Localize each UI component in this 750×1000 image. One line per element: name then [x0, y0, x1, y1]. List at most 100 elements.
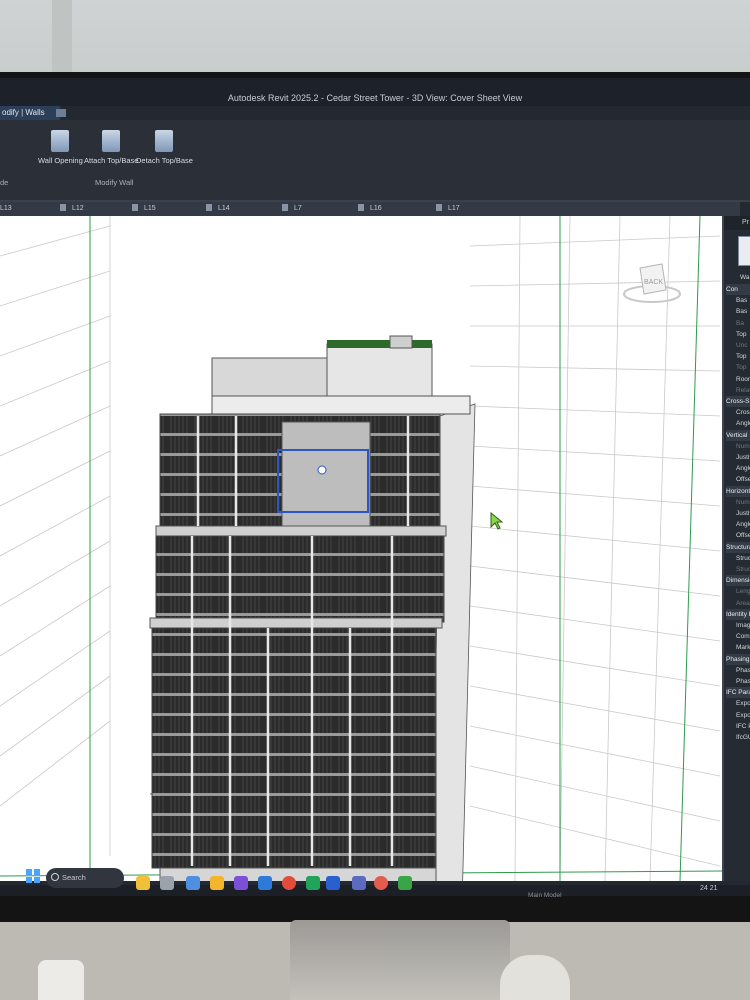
attach-top-base-icon — [102, 130, 121, 152]
bottle — [500, 955, 570, 1000]
tab-label: L13 — [0, 205, 12, 212]
property-row[interactable]: Export to IFC — [736, 698, 750, 709]
detach-top-base-button[interactable]: Detach Top/Base — [136, 130, 193, 165]
tab-view-l13[interactable]: L13 — [0, 202, 12, 216]
property-group-header[interactable]: Cross-S — [726, 396, 750, 407]
tower-model[interactable] — [149, 335, 476, 881]
property-row[interactable]: Numbe — [736, 441, 750, 452]
wall-opening-label: Wall Opening — [38, 156, 83, 165]
ribbon: Wall Opening Attach Top/Base Detach Top/… — [0, 120, 750, 202]
mouse-cursor-icon — [490, 511, 504, 535]
property-row[interactable]: Unc — [736, 340, 750, 351]
property-row[interactable]: Top — [736, 329, 750, 340]
property-row[interactable]: Image — [736, 620, 750, 631]
property-group-header[interactable]: Vertical — [726, 429, 750, 441]
property-group-header[interactable]: Con — [726, 284, 750, 295]
property-row[interactable]: Offset — [736, 474, 750, 485]
detach-top-base-label: Detach Top/Base — [136, 156, 193, 165]
monitor-stand — [290, 920, 510, 1000]
property-row[interactable]: Export to IFC A — [736, 710, 750, 721]
taskbar-search[interactable]: Search — [46, 868, 124, 888]
type-selector[interactable]: Wa — [740, 272, 750, 283]
background-pole — [52, 0, 72, 76]
view-tabs: L13 L12 L15 L14 L7 L16 L17 — [0, 202, 740, 216]
property-row[interactable]: Bas — [736, 295, 750, 306]
attach-top-base-button[interactable]: Attach Top/Base — [84, 130, 138, 165]
viewcube-label: BACK — [644, 279, 663, 286]
property-row[interactable]: Justificat — [736, 508, 750, 519]
property-row[interactable]: Bas — [736, 306, 750, 317]
property-row[interactable]: Length — [736, 586, 750, 597]
property-group-header[interactable]: Identity Data — [726, 608, 750, 620]
wall-opening-icon — [51, 130, 70, 152]
property-row[interactable]: Angle — [736, 463, 750, 474]
property-row[interactable]: Justifica — [736, 452, 750, 463]
3d-model-canvas[interactable] — [0, 216, 722, 881]
view-scale[interactable]: 24 21 — [700, 885, 718, 892]
teams-icon[interactable] — [352, 876, 366, 890]
property-row[interactable]: Relat — [736, 385, 750, 396]
tab-view-l7[interactable]: L7 — [282, 202, 302, 216]
tab-view-l17[interactable]: L17 — [436, 202, 460, 216]
edge-browser-icon[interactable] — [186, 876, 200, 890]
status-model-label: Main Model — [528, 892, 562, 899]
whatsapp-icon[interactable] — [398, 876, 412, 890]
property-row[interactable]: Room — [736, 374, 750, 385]
document-icon — [282, 204, 288, 211]
3d-viewport[interactable]: BACK — [0, 216, 722, 881]
property-row[interactable]: Number — [736, 497, 750, 508]
document-icon — [436, 204, 442, 211]
document-icon — [60, 204, 66, 211]
copilot-icon[interactable] — [234, 876, 248, 890]
attach-top-base-label: Attach Top/Base — [84, 156, 139, 165]
search-placeholder: Search — [62, 873, 86, 882]
file-explorer-icon[interactable] — [210, 876, 224, 890]
document-icon — [132, 204, 138, 211]
tab-label: L16 — [370, 205, 382, 212]
property-row[interactable]: Angle — [736, 418, 750, 429]
wall-opening-button[interactable]: Wall Opening — [38, 130, 83, 165]
tab-switch-icon[interactable] — [56, 109, 66, 117]
property-group-header[interactable]: IFC Parameters — [726, 687, 750, 699]
property-group-header[interactable]: Horizontal — [726, 485, 750, 497]
property-row[interactable]: Area — [736, 598, 750, 609]
tab-view-l15[interactable]: L15 — [132, 202, 156, 216]
tab-view-l16[interactable]: L16 — [358, 202, 382, 216]
chrome-icon[interactable] — [282, 876, 296, 890]
tab-view-l12[interactable]: L12 — [60, 202, 84, 216]
app-icon[interactable] — [374, 876, 388, 890]
property-row[interactable]: Ba — [736, 318, 750, 329]
properties-panel: Pr Wa ConBasBasBaTopUncTopTopRoomRelatCr… — [722, 216, 750, 881]
title-bar: Autodesk Revit 2025.2 - Cedar Street Tow… — [0, 78, 750, 106]
property-row[interactable]: IfcGUID — [736, 732, 750, 743]
widgets-icon[interactable] — [136, 876, 150, 890]
tab-modify-walls[interactable]: odify | Walls — [0, 106, 60, 120]
property-group-header[interactable]: Structural — [726, 541, 750, 553]
property-row[interactable]: Top — [736, 351, 750, 362]
screen: Autodesk Revit 2025.2 - Cedar Street Tow… — [0, 78, 750, 896]
properties-header: Pr — [724, 216, 750, 230]
sheets-icon[interactable] — [306, 876, 320, 890]
ribbon-group-label: Modify Wall — [95, 178, 134, 187]
vscode-icon[interactable] — [258, 876, 272, 890]
viewcube[interactable]: BACK — [622, 260, 682, 306]
tab-label: L17 — [448, 205, 460, 212]
property-row[interactable]: Structural — [736, 564, 750, 575]
property-row[interactable]: Angle — [736, 519, 750, 530]
property-group-header[interactable]: Phasing — [726, 653, 750, 665]
property-row[interactable]: Phase Demol — [736, 676, 750, 687]
revit-icon[interactable] — [326, 876, 340, 890]
document-icon — [206, 204, 212, 211]
windows-start-icon[interactable] — [26, 869, 40, 883]
property-row[interactable]: Cross- — [736, 407, 750, 418]
property-group-header[interactable]: Dimensions — [726, 575, 750, 587]
property-row[interactable]: Top — [736, 362, 750, 373]
tab-view-l14[interactable]: L14 — [206, 202, 230, 216]
property-row[interactable]: Comments — [736, 631, 750, 642]
property-row[interactable]: IFC Predefined — [736, 721, 750, 732]
property-row[interactable]: Offset — [736, 530, 750, 541]
property-row[interactable]: Structural — [736, 553, 750, 564]
property-row[interactable]: Mark — [736, 642, 750, 653]
task-view-icon[interactable] — [160, 876, 174, 890]
property-row[interactable]: Phase Create — [736, 665, 750, 676]
